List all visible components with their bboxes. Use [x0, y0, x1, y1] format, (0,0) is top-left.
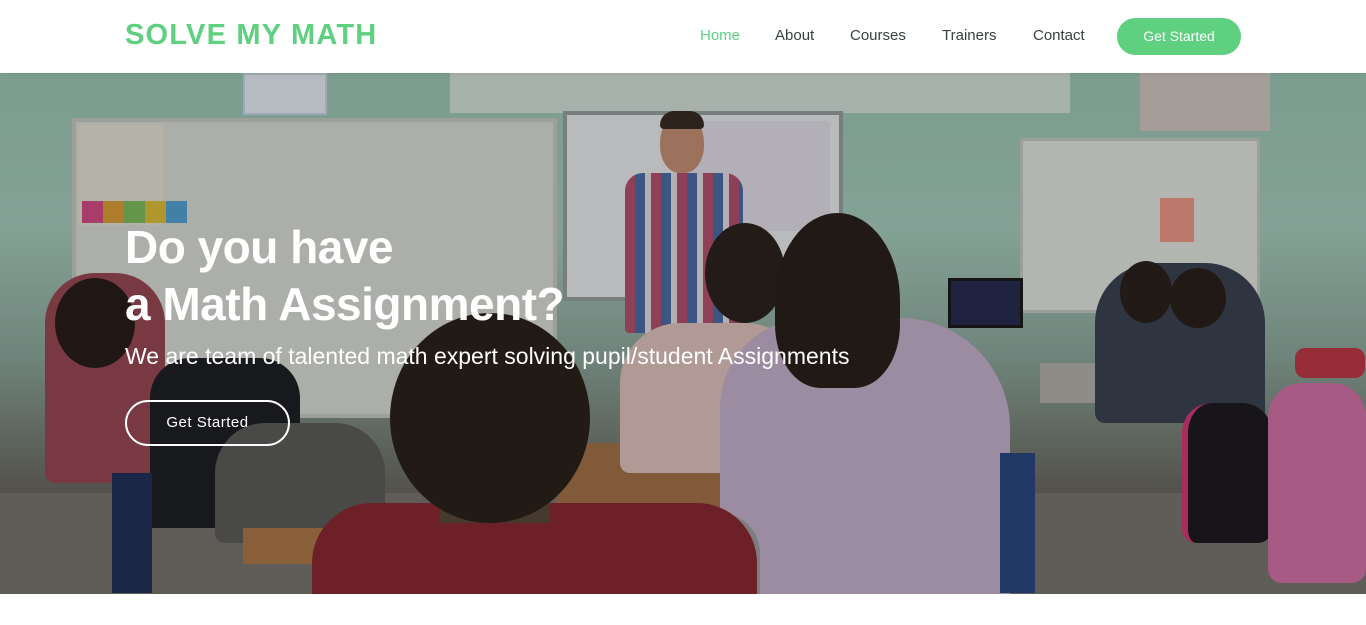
hero-get-started-button[interactable]: Get Started	[125, 400, 290, 446]
hero-title-line-1: Do you have	[125, 221, 394, 273]
hero-section: Do you have a Math Assignment? We are te…	[0, 73, 1366, 594]
nav-link-trainers[interactable]: Trainers	[942, 25, 996, 47]
header-get-started-button[interactable]: Get Started	[1117, 18, 1241, 55]
site-header: SOLVE MY MATH Home About Courses Trainer…	[0, 0, 1366, 73]
nav-link-contact[interactable]: Contact	[1033, 25, 1085, 47]
hero-title: Do you have a Math Assignment?	[125, 219, 825, 333]
hero-overlay	[0, 73, 1366, 594]
nav-link-courses[interactable]: Courses	[850, 25, 906, 47]
site-logo[interactable]: SOLVE MY MATH	[125, 17, 377, 53]
hero-subtitle: We are team of talented math expert solv…	[125, 343, 850, 369]
page-content-start	[0, 594, 1366, 625]
hero-title-line-2: a Math Assignment?	[125, 278, 565, 330]
nav-link-about[interactable]: About	[775, 25, 814, 47]
nav-link-home[interactable]: Home	[700, 25, 740, 47]
